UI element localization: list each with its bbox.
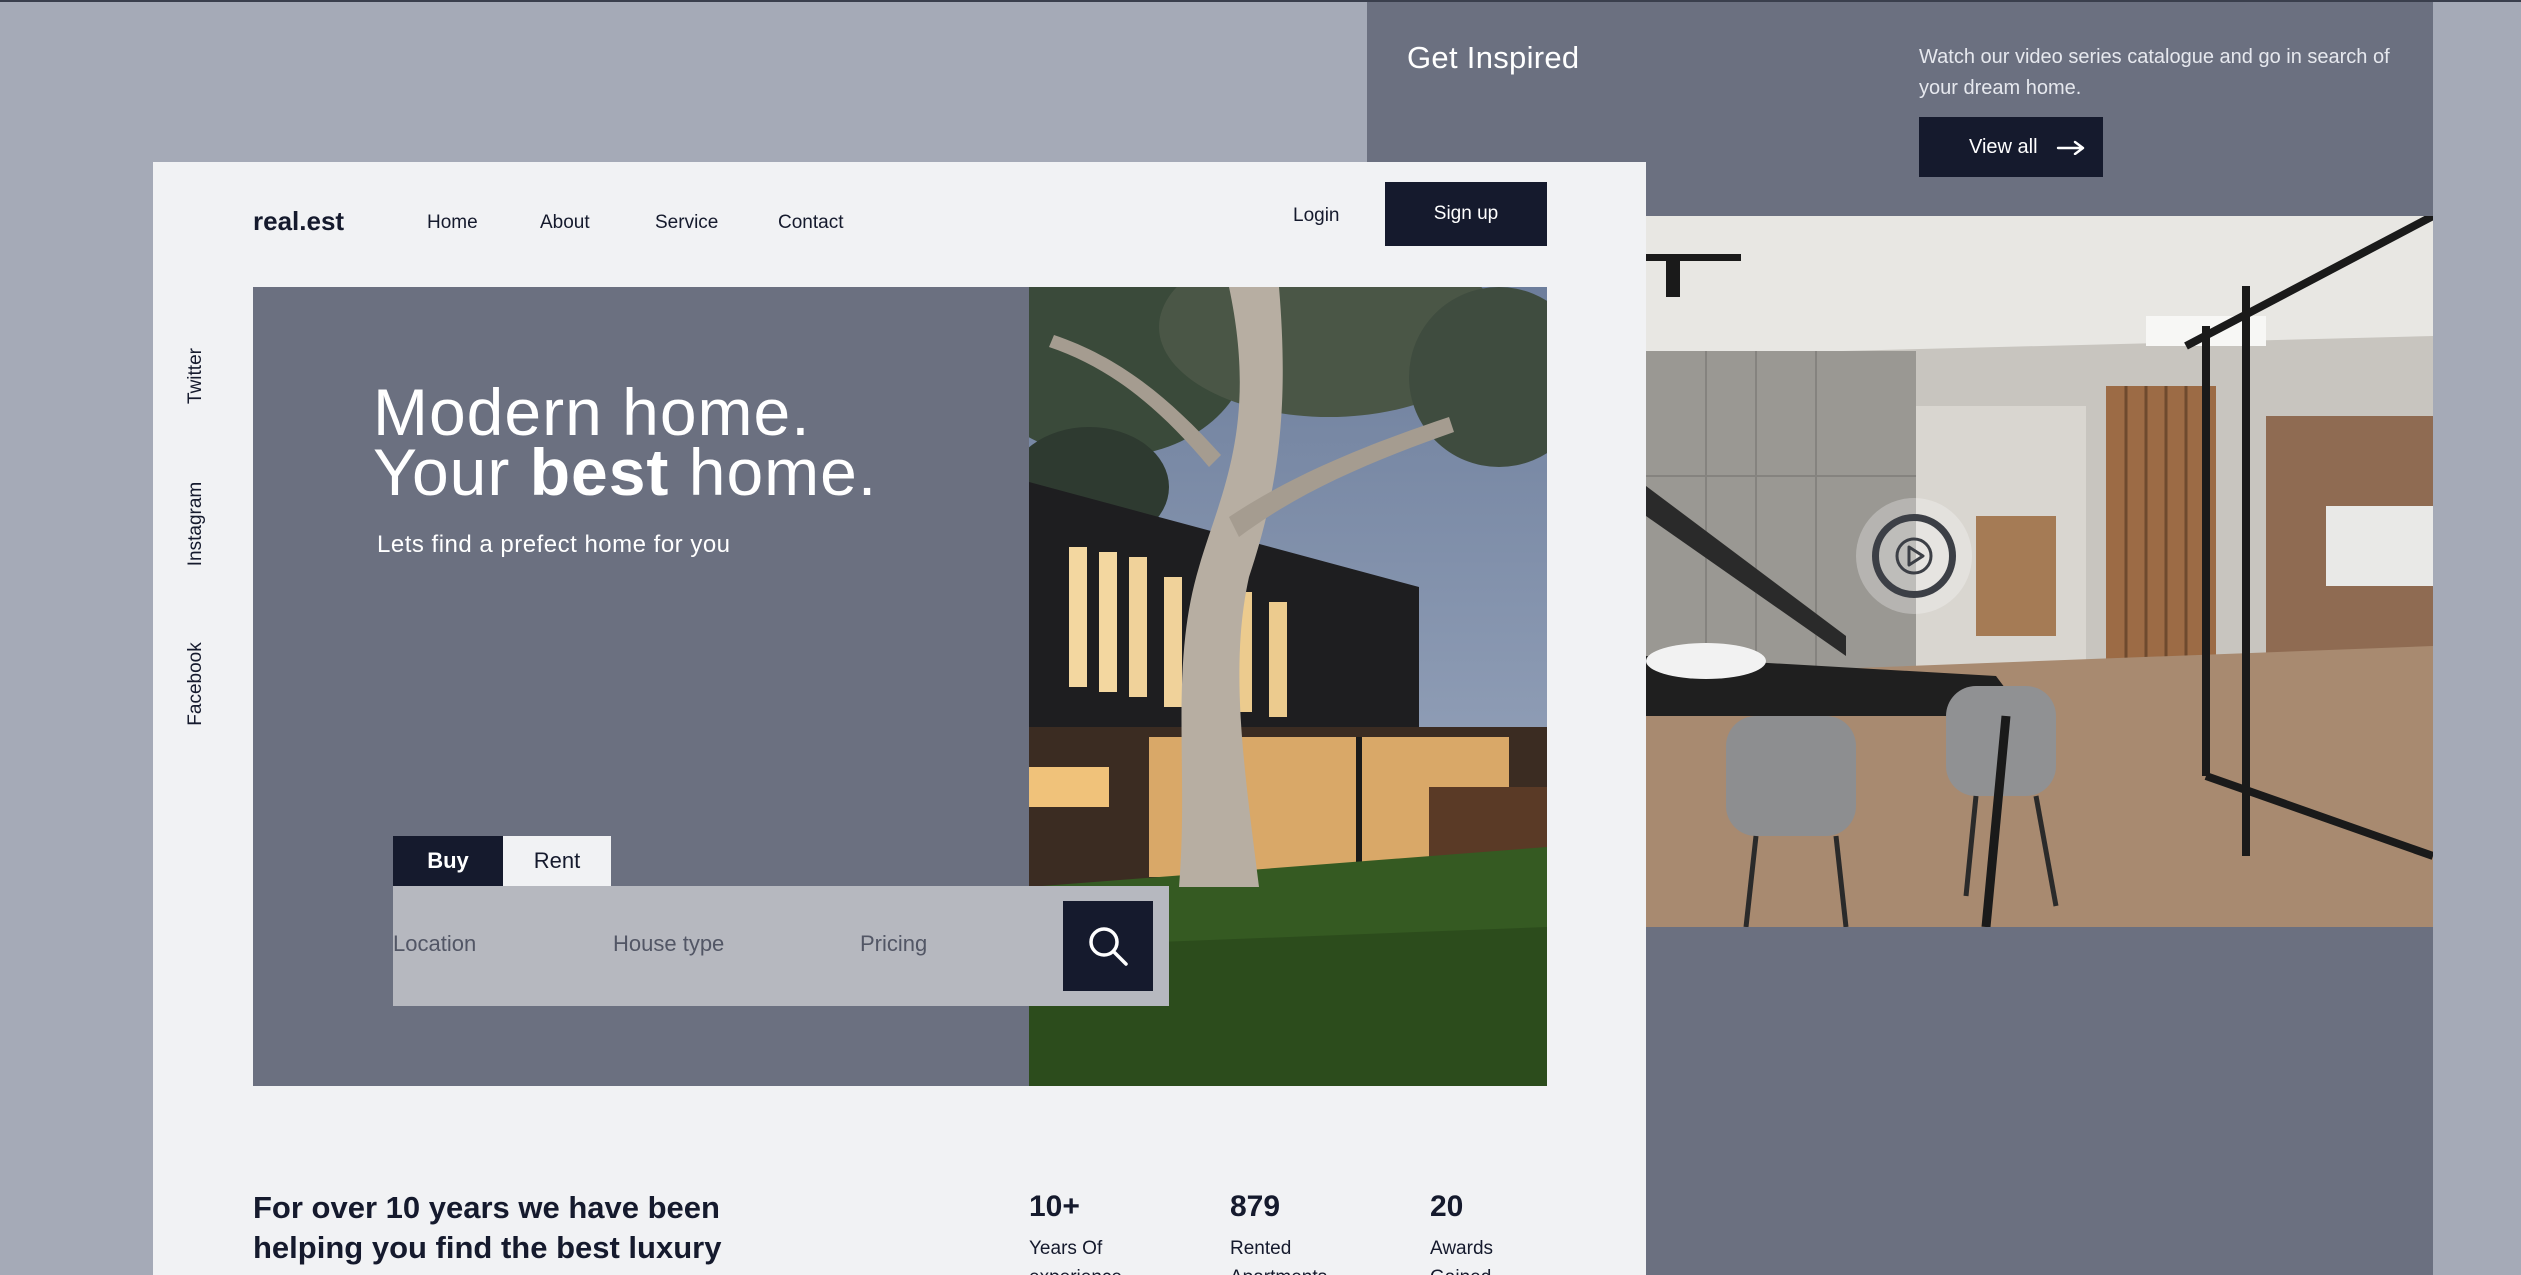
view-all-button[interactable]: View all: [1919, 117, 2103, 177]
pricing-input[interactable]: [860, 926, 1040, 962]
stat-experience: 10+ Years Of experience: [1029, 1190, 1179, 1275]
play-video-button[interactable]: [1856, 498, 1972, 614]
interior-video-thumbnail[interactable]: [1646, 216, 2433, 927]
logo[interactable]: real.est: [253, 206, 344, 237]
hero-title-line2-bold: best: [529, 435, 670, 509]
search-tabs: Buy Rent: [393, 836, 611, 886]
stat-value: 20: [1430, 1190, 1464, 1223]
view-all-label: View all: [1969, 135, 2038, 158]
nav-home[interactable]: Home: [427, 212, 478, 234]
play-icon: [1895, 537, 1933, 575]
search-bar: [393, 886, 1169, 1006]
stat-rented: 879 Rented Apartments: [1230, 1190, 1380, 1275]
location-input[interactable]: [393, 926, 583, 962]
stat-label: Years Of experience: [1029, 1238, 1122, 1275]
nav-service[interactable]: Service: [655, 212, 718, 234]
search-icon: [1089, 927, 1128, 966]
login-link[interactable]: Login: [1293, 205, 1340, 227]
hero-subtitle: Lets find a prefect home for you: [377, 531, 731, 558]
stat-value: 879: [1230, 1190, 1281, 1223]
play-ring: [1872, 514, 1956, 598]
social-twitter[interactable]: Twitter: [184, 306, 208, 446]
tab-buy[interactable]: Buy: [393, 836, 503, 886]
hero-title-line2-post: home.: [688, 435, 878, 509]
arrow-right-icon: [2056, 140, 2084, 155]
social-instagram[interactable]: Instagram: [184, 454, 208, 594]
stat-label: Rented Apartments: [1230, 1238, 1327, 1275]
nav-about[interactable]: About: [540, 212, 590, 234]
hero-title: Modern home. Your best home.: [373, 379, 877, 505]
hero-title-line2-pre: Your: [373, 435, 511, 509]
search-button[interactable]: [1063, 901, 1153, 991]
nav-contact[interactable]: Contact: [778, 212, 843, 234]
social-facebook[interactable]: Facebook: [184, 614, 208, 754]
about-heading: For over 10 years we have been helping y…: [253, 1190, 722, 1265]
signup-button[interactable]: Sign up: [1385, 182, 1547, 246]
inspire-description: Watch our video series catalogue and go …: [1919, 46, 2390, 99]
stat-label: Awards Gained: [1430, 1238, 1494, 1275]
stat-awards: 20 Awards Gained: [1430, 1190, 1580, 1275]
tab-rent[interactable]: Rent: [503, 836, 611, 886]
house-type-input[interactable]: [613, 926, 833, 962]
hero-section: Modern home. Your best home. Lets find a…: [253, 287, 1547, 1086]
stat-value: 10+: [1029, 1190, 1080, 1223]
inspire-title: Get Inspired: [1407, 40, 1580, 75]
main-card: real.est Home About Service Contact Logi…: [153, 162, 1646, 1275]
